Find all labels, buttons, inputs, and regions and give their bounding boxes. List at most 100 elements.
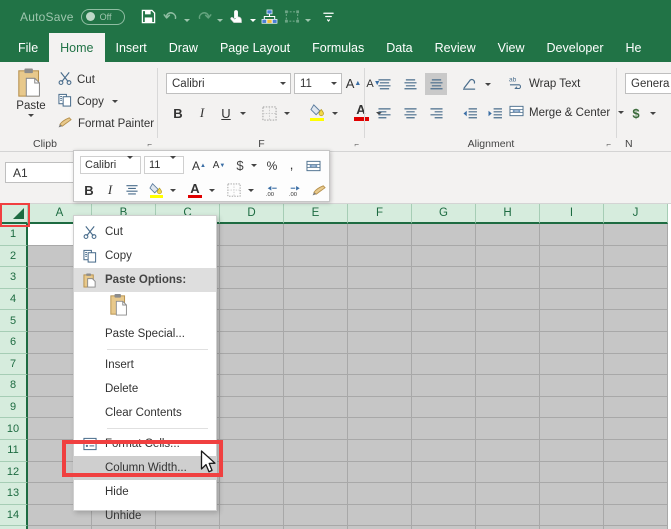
context-menu-item-copy[interactable]: Copy (74, 244, 216, 268)
mini-accounting-dropdown-icon[interactable] (248, 156, 259, 175)
row-header-13[interactable]: 13 (0, 483, 28, 505)
mini-grow-font-button[interactable]: A▲ (190, 156, 208, 175)
column-header-j[interactable]: J (604, 204, 668, 224)
alignment-dialog-launcher[interactable]: ⌐ (606, 140, 611, 149)
row-header-9[interactable]: 9 (0, 397, 28, 419)
mini-fill-color-dropdown-icon[interactable] (167, 180, 178, 200)
accounting-dropdown-icon[interactable] (647, 102, 658, 124)
increase-indent-button[interactable] (484, 102, 506, 124)
fill-color-dropdown-icon[interactable] (329, 102, 340, 124)
row-header-8[interactable]: 8 (0, 375, 28, 397)
mini-font-color-button[interactable]: A (185, 179, 205, 201)
align-top-button[interactable] (373, 73, 395, 95)
row-header-2[interactable]: 2 (0, 246, 28, 268)
cell-f1[interactable] (348, 224, 412, 246)
mini-borders-button[interactable] (224, 180, 244, 200)
cell-h14[interactable] (476, 505, 540, 527)
context-menu-item-clear-contents[interactable]: Clear Contents (74, 401, 216, 425)
cell-e2[interactable] (284, 246, 348, 268)
cell-h3[interactable] (476, 267, 540, 289)
borders-button[interactable] (258, 102, 280, 124)
cell-e9[interactable] (284, 397, 348, 419)
cell-f7[interactable] (348, 354, 412, 376)
cell-i5[interactable] (540, 310, 604, 332)
cell-g8[interactable] (412, 375, 476, 397)
cell-j3[interactable] (604, 267, 668, 289)
cell-i14[interactable] (540, 505, 604, 527)
cell-h10[interactable] (476, 418, 540, 440)
underline-dropdown-icon[interactable] (237, 102, 248, 124)
cell-j2[interactable] (604, 246, 668, 268)
cell-i12[interactable] (540, 462, 604, 484)
cell-h5[interactable] (476, 310, 540, 332)
cell-d14[interactable] (220, 505, 284, 527)
column-header-i[interactable]: I (540, 204, 604, 224)
shape-dropdown-icon[interactable] (304, 6, 313, 28)
cell-e1[interactable] (284, 224, 348, 246)
cell-d4[interactable] (220, 289, 284, 311)
cell-i6[interactable] (540, 332, 604, 354)
autosave-switch[interactable]: Off (81, 9, 125, 25)
row-header-5[interactable]: 5 (0, 310, 28, 332)
row-header-12[interactable]: 12 (0, 462, 28, 484)
row-header-11[interactable]: 11 (0, 440, 28, 462)
tab-formulas[interactable]: Formulas (301, 33, 375, 62)
autosave-toggle-group[interactable]: AutoSave Off (20, 9, 125, 25)
cell-e6[interactable] (284, 332, 348, 354)
align-left-button[interactable] (373, 102, 395, 124)
cell-g1[interactable] (412, 224, 476, 246)
mini-percent-button[interactable]: % (264, 156, 280, 175)
cell-j12[interactable] (604, 462, 668, 484)
redo-icon[interactable] (194, 6, 214, 28)
cell-g14[interactable] (412, 505, 476, 527)
cell-h11[interactable] (476, 440, 540, 462)
paste-icon[interactable] (109, 293, 131, 322)
cell-i9[interactable] (540, 397, 604, 419)
font-size-dropdown-icon[interactable] (327, 82, 341, 85)
clipboard-dialog-launcher[interactable]: ⌐ (147, 140, 152, 149)
cell-g9[interactable] (412, 397, 476, 419)
tab-data[interactable]: Data (375, 33, 423, 62)
cell-e5[interactable] (284, 310, 348, 332)
mini-font-name-combo[interactable]: Calibri (80, 156, 141, 174)
column-header-e[interactable]: E (284, 204, 348, 224)
cell-e14[interactable] (284, 505, 348, 527)
grow-font-button[interactable]: A▲ (345, 73, 362, 94)
cell-d11[interactable] (220, 440, 284, 462)
cell-j14[interactable] (604, 505, 668, 527)
cell-i10[interactable] (540, 418, 604, 440)
cell-j1[interactable] (604, 224, 668, 246)
copy-dropdown-icon[interactable] (112, 100, 118, 103)
cell-j4[interactable] (604, 289, 668, 311)
customize-quick-access-toolbar-icon[interactable] (319, 6, 339, 28)
mini-bold-button[interactable]: B (80, 180, 98, 200)
cell-f13[interactable] (348, 483, 412, 505)
italic-button[interactable]: I (192, 102, 212, 124)
cell-g7[interactable] (412, 354, 476, 376)
column-header-d[interactable]: D (220, 204, 284, 224)
cell-d9[interactable] (220, 397, 284, 419)
font-name-combo[interactable]: Calibri (166, 73, 291, 94)
cell-e11[interactable] (284, 440, 348, 462)
cell-g4[interactable] (412, 289, 476, 311)
row-header-14[interactable]: 14 (0, 505, 28, 527)
tab-view[interactable]: View (487, 33, 536, 62)
save-icon[interactable] (139, 6, 159, 28)
cell-f4[interactable] (348, 289, 412, 311)
mini-font-name-dropdown-icon[interactable] (127, 159, 140, 171)
cell-f6[interactable] (348, 332, 412, 354)
cell-h6[interactable] (476, 332, 540, 354)
cell-d3[interactable] (220, 267, 284, 289)
mini-font-size-combo[interactable]: 11 (144, 156, 184, 174)
paste-button[interactable]: Paste (8, 67, 54, 135)
cell-e12[interactable] (284, 462, 348, 484)
cell-i7[interactable] (540, 354, 604, 376)
cell-i13[interactable] (540, 483, 604, 505)
bold-button[interactable]: B (168, 102, 188, 124)
cell-e4[interactable] (284, 289, 348, 311)
decrease-indent-button[interactable] (459, 102, 481, 124)
context-menu-item-paste-special[interactable]: Paste Special... (74, 322, 216, 346)
mini-increase-decimal-button[interactable]: .00 (286, 180, 308, 200)
row-header-10[interactable]: 10 (0, 418, 28, 440)
align-center-button[interactable] (399, 102, 421, 124)
